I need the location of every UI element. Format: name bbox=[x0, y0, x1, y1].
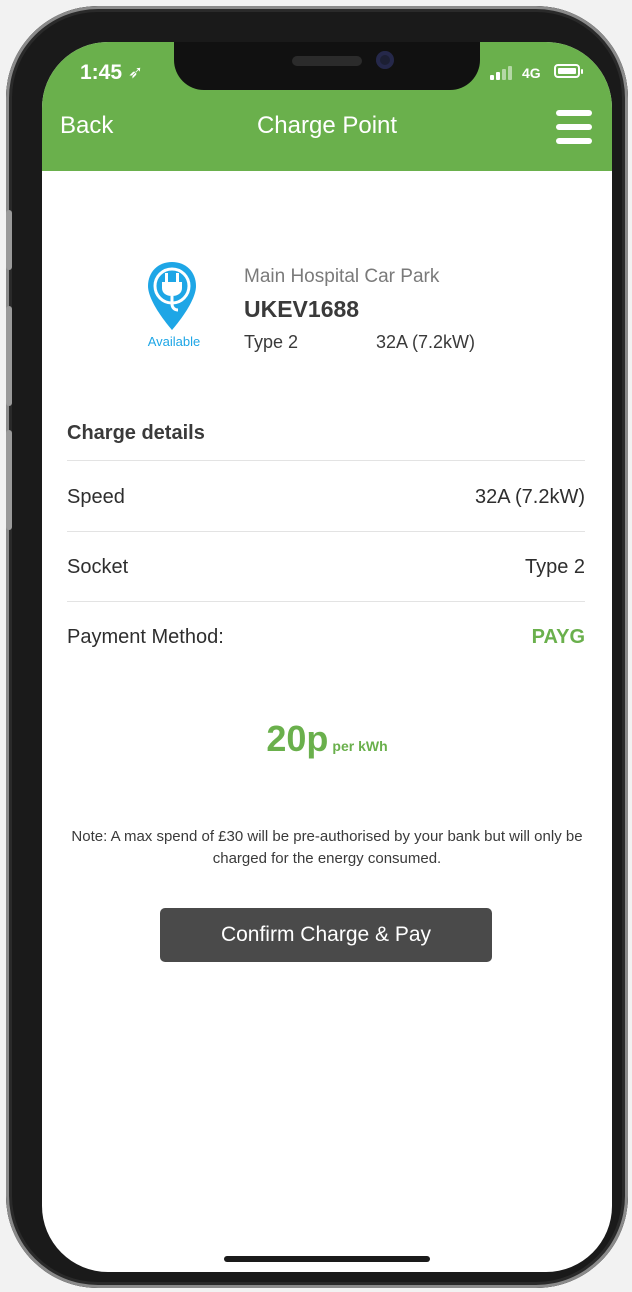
connector-power: 32A (7.2kW) bbox=[376, 332, 476, 352]
socket-label: Socket bbox=[67, 556, 129, 578]
screen: 1:45 ➶ 4G Back Charge Point Available Ma… bbox=[42, 42, 612, 1272]
volume-down-button bbox=[6, 430, 12, 530]
charge-point-id: UKEV1688 bbox=[244, 296, 360, 322]
connector-type: Type 2 bbox=[244, 332, 299, 352]
price-amount: 20p bbox=[266, 718, 329, 759]
divider bbox=[67, 531, 585, 532]
home-indicator[interactable] bbox=[224, 1256, 430, 1262]
status-available-label: Available bbox=[147, 334, 201, 349]
price-unit: per kWh bbox=[332, 738, 388, 754]
pre-authorisation-note: Note: A max spend of £30 will be pre-aut… bbox=[71, 828, 583, 867]
socket-value: Type 2 bbox=[524, 556, 585, 578]
battery-icon bbox=[554, 64, 583, 78]
location-name: Main Hospital Car Park bbox=[244, 266, 440, 287]
page-title: Charge Point bbox=[256, 112, 398, 139]
divider bbox=[67, 460, 585, 461]
confirm-charge-pay-button[interactable]: Confirm Charge & Pay bbox=[160, 908, 492, 962]
price-display: 20p per kWh bbox=[42, 718, 612, 760]
divider bbox=[67, 601, 585, 602]
network-type: 4G bbox=[522, 65, 541, 81]
volume-up-button bbox=[6, 306, 12, 406]
payment-method-value: PAYG bbox=[531, 626, 585, 648]
hamburger-menu-icon[interactable] bbox=[556, 110, 592, 144]
speed-value: 32A (7.2kW) bbox=[474, 486, 585, 508]
status-time: 1:45 bbox=[80, 61, 123, 84]
speaker bbox=[292, 56, 362, 66]
charging-plug-pin-icon bbox=[148, 262, 196, 330]
payment-method-label: Payment Method: bbox=[67, 626, 224, 648]
location-arrow-icon: ➶ bbox=[128, 62, 144, 82]
mute-switch bbox=[6, 210, 12, 270]
signal-icon bbox=[490, 64, 516, 80]
camera bbox=[376, 51, 394, 69]
app-header: 1:45 ➶ 4G Back Charge Point bbox=[42, 42, 612, 171]
charge-details-title: Charge details bbox=[67, 422, 205, 444]
phone-frame: 1:45 ➶ 4G Back Charge Point Available Ma… bbox=[6, 6, 628, 1288]
notch bbox=[174, 42, 480, 90]
speed-label: Speed bbox=[67, 486, 125, 508]
